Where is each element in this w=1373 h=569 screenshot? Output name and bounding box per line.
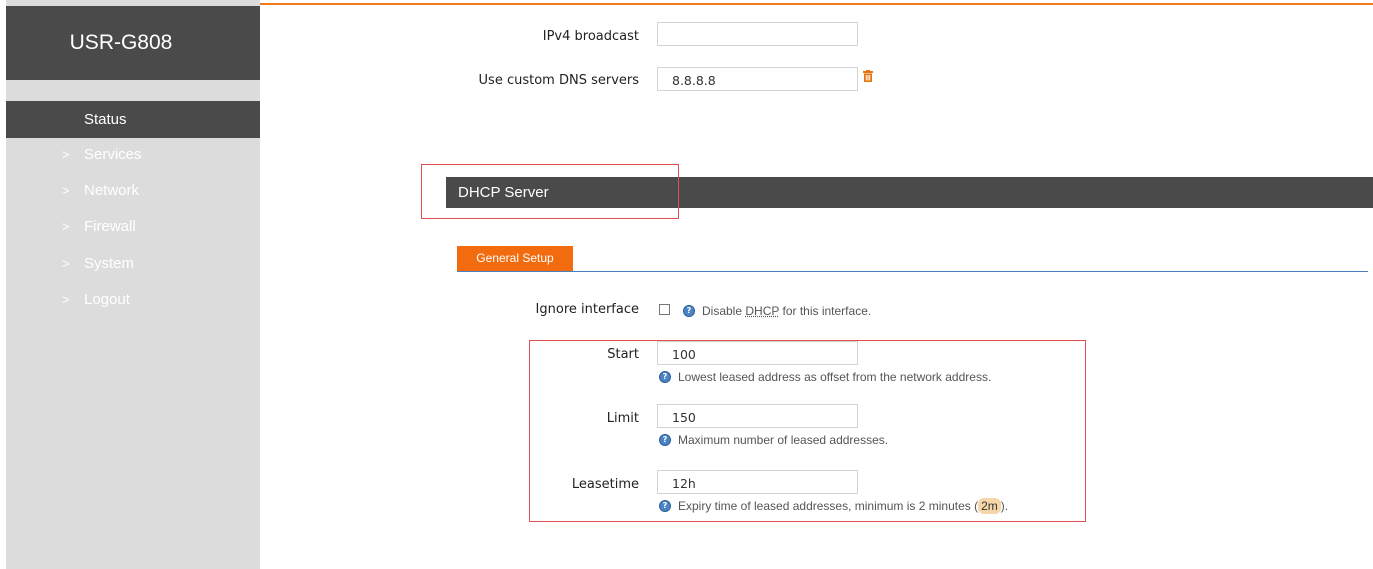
- sidebar-item-label: System: [84, 255, 135, 272]
- sidebar-item-system[interactable]: > System: [6, 249, 260, 279]
- hint-text: ).: [1000, 499, 1009, 513]
- chevron-right-icon: >: [62, 183, 70, 198]
- start-hint: Lowest leased address as offset from the…: [678, 370, 992, 384]
- sidebar-item-label: Firewall: [84, 218, 136, 235]
- ignore-interface-label: Ignore interface: [535, 302, 639, 317]
- dns-label: Use custom DNS servers: [478, 73, 639, 88]
- tab-underline: [457, 271, 1368, 272]
- chevron-right-icon: >: [62, 256, 70, 271]
- sidebar-item-network[interactable]: > Network: [6, 176, 260, 206]
- help-icon: ?: [659, 434, 671, 446]
- trash-icon[interactable]: [863, 70, 873, 82]
- hint-text: Expiry time of leased addresses, minimum…: [678, 499, 979, 513]
- start-label: Start: [607, 347, 639, 362]
- highlight-box-lease-fields: [529, 340, 1086, 522]
- help-icon: ?: [683, 305, 695, 317]
- sidebar-item-services[interactable]: > Services: [6, 140, 260, 170]
- chevron-right-icon: >: [62, 292, 70, 307]
- leasetime-hint: Expiry time of leased addresses, minimum…: [678, 498, 1009, 514]
- dns-input[interactable]: [657, 67, 858, 91]
- brand-title: USR-G808: [6, 6, 260, 80]
- help-icon: ?: [659, 500, 671, 512]
- start-input[interactable]: [657, 341, 858, 365]
- limit-hint: Maximum number of leased addresses.: [678, 433, 889, 447]
- top-accent-line: [260, 3, 1373, 5]
- sidebar-item-label: Logout: [84, 291, 130, 308]
- hint-text: Disable: [702, 304, 746, 318]
- leasetime-input[interactable]: [657, 470, 858, 494]
- limit-label: Limit: [606, 411, 639, 426]
- sidebar-item-label: Services: [84, 146, 142, 163]
- ignore-interface-checkbox[interactable]: [659, 304, 670, 315]
- sidebar: USR-G808 Status > Services > Network > Fire…: [6, 0, 260, 569]
- help-icon: ?: [659, 371, 671, 383]
- highlight-box-dhcp-title: [421, 164, 679, 219]
- sidebar-item-status[interactable]: Status: [6, 101, 260, 138]
- sidebar-item-label: Network: [84, 182, 140, 199]
- sidebar-item-firewall[interactable]: > Firewall: [6, 212, 260, 242]
- tab-general-setup[interactable]: General Setup: [457, 246, 573, 271]
- dhcp-abbr: DHCP: [745, 304, 780, 318]
- hint-text: for this interface.: [779, 304, 872, 318]
- broadcast-input[interactable]: [657, 22, 858, 46]
- ignore-interface-hint: Disable DHCP for this interface.: [702, 304, 871, 318]
- limit-input[interactable]: [657, 404, 858, 428]
- code-2m: 2m: [978, 498, 1001, 514]
- broadcast-label: IPv4 broadcast: [542, 29, 639, 44]
- leasetime-label: Leasetime: [571, 477, 639, 492]
- chevron-right-icon: >: [62, 147, 70, 162]
- sidebar-item-logout[interactable]: > Logout: [6, 285, 260, 315]
- chevron-right-icon: >: [62, 219, 70, 234]
